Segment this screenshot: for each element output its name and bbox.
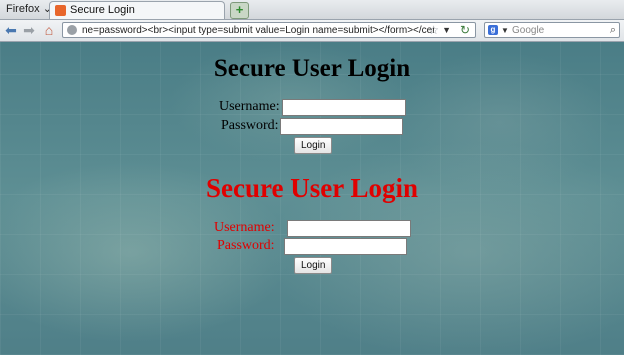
username-row: Username:	[219, 99, 406, 116]
back-arrow-icon[interactable]: ⬅	[3, 21, 19, 39]
page-content: Secure User Login Username: Password: Lo…	[0, 42, 624, 355]
username-label: Username:	[219, 99, 280, 114]
password-label-red: Password:	[217, 238, 275, 253]
tab-bar: Firefox ⌄ Secure Login +	[0, 0, 624, 20]
password-input-red[interactable]	[284, 238, 407, 255]
home-icon[interactable]: ⌂	[41, 21, 57, 39]
search-icon[interactable]: ⌕	[610, 23, 616, 37]
forward-arrow-icon[interactable]: ➡	[21, 21, 37, 39]
firefox-menu-button[interactable]: Firefox ⌄	[2, 1, 56, 17]
username-row-red: Username:	[214, 220, 411, 237]
engine-dropdown-icon[interactable]: ▼	[501, 23, 509, 38]
history-dropdown-icon[interactable]: ▼	[442, 23, 451, 38]
firefox-menu-label: Firefox	[6, 3, 40, 15]
username-input[interactable]	[282, 99, 406, 116]
login-button[interactable]: Login	[294, 137, 333, 154]
password-row-red: Password:	[217, 238, 407, 255]
reload-icon[interactable]: ↻	[460, 23, 470, 37]
address-bar[interactable]: ne=password><br><input type=submit value…	[62, 22, 476, 38]
password-input[interactable]	[280, 118, 403, 135]
login-heading-red: Secure User Login	[206, 173, 418, 203]
navigation-bar: ⬅ ➡ ⌂ ne=password><br><input type=submit…	[0, 20, 624, 42]
search-placeholder: Google	[512, 25, 545, 36]
login-button-red[interactable]: Login	[294, 257, 333, 274]
tab-title: Secure Login	[70, 4, 135, 16]
login-form-black: Secure User Login	[0, 54, 624, 84]
google-engine-icon[interactable]: g	[488, 25, 498, 35]
username-label-red: Username:	[214, 220, 275, 235]
address-url: ne=password><br><input type=submit value…	[82, 25, 434, 36]
login-form-red: Secure User Login	[0, 172, 624, 204]
page-favicon-icon	[55, 5, 66, 16]
new-tab-button[interactable]: +	[230, 2, 249, 19]
username-input-red[interactable]	[287, 220, 411, 237]
login-heading: Secure User Login	[213, 55, 411, 82]
password-label: Password:	[221, 118, 279, 133]
tab-secure-login[interactable]: Secure Login	[49, 1, 225, 19]
globe-icon	[67, 25, 77, 35]
bookmark-star-icon[interactable]: ☆	[428, 23, 439, 37]
password-row: Password:	[221, 118, 403, 135]
search-bar[interactable]: g ▼ Google ⌕	[484, 22, 620, 38]
